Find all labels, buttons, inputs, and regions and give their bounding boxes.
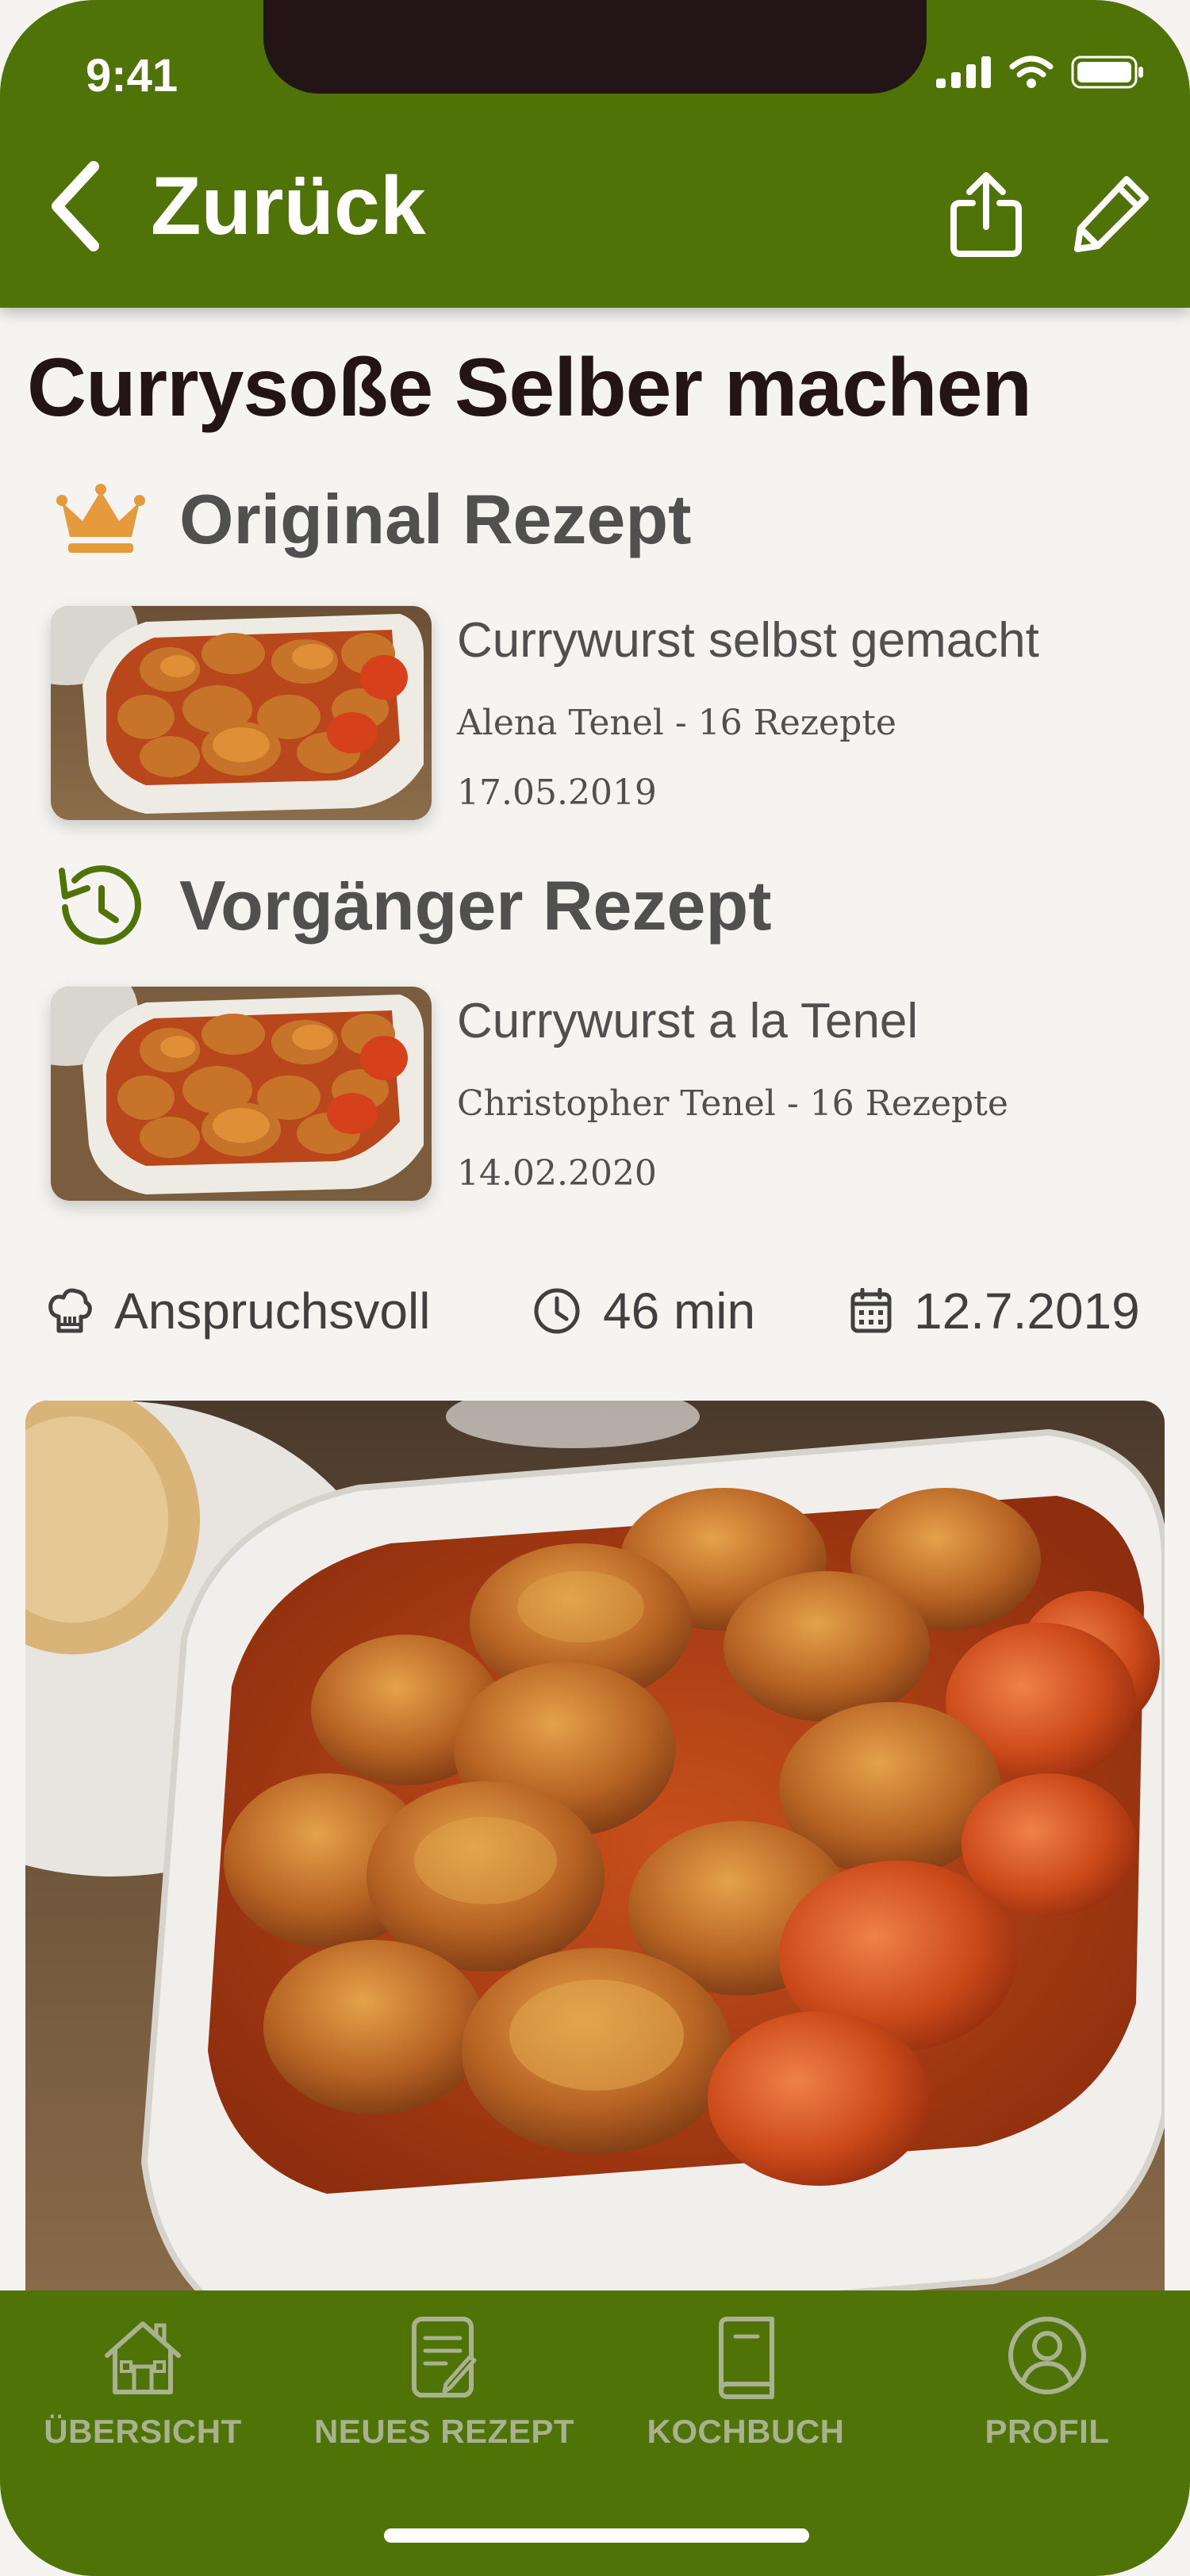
recipe-meta-row: Anspruchsvoll 46 min 12.7.2019 <box>48 1282 1158 1345</box>
recipe-title: Currysoße Selber machen <box>27 342 1032 434</box>
chef-hat-icon <box>48 1288 92 1333</box>
predecessor-recipe-card[interactable]: Currywurst a la Tenel Christopher Tenel … <box>51 987 1161 1201</box>
tab-new-recipe[interactable]: NEUES REZEPT <box>301 2290 587 2497</box>
wifi-icon <box>1009 56 1054 88</box>
predecessor-section-title: Vorgänger Rezept <box>179 866 772 945</box>
original-card-author: Alena Tenel - 16 Rezepte <box>457 703 896 743</box>
cellular-signal-icon <box>936 56 991 88</box>
difficulty-text: Anspruchsvoll <box>114 1282 431 1340</box>
battery-icon <box>1071 56 1143 89</box>
share-button[interactable] <box>949 171 1023 261</box>
crown-icon <box>56 484 145 553</box>
history-icon <box>59 865 141 945</box>
original-recipe-header: Original Rezept <box>56 479 691 560</box>
recipe-hero-image <box>25 1401 1165 2336</box>
original-card-date: 17.05.2019 <box>457 772 657 813</box>
house-icon <box>105 2321 181 2394</box>
tab-new-recipe-label: NEUES REZEPT <box>313 2413 575 2450</box>
home-indicator[interactable] <box>384 2528 809 2543</box>
device-notch <box>263 0 927 94</box>
back-label: Zurück <box>151 160 426 252</box>
profile-icon <box>1008 2317 1086 2394</box>
back-button[interactable]: Zurück <box>48 159 426 254</box>
tab-cookbook[interactable]: KOCHBUCH <box>603 2290 889 2497</box>
date-text: 12.7.2019 <box>914 1282 1140 1340</box>
original-section-title: Original Rezept <box>179 480 692 558</box>
chevron-left-icon <box>52 161 99 251</box>
predecessor-card-author: Christopher Tenel - 16 Rezepte <box>457 1083 1008 1124</box>
currywurst-hero-photo <box>25 1401 1165 2336</box>
status-time: 9:41 <box>86 50 178 102</box>
predecessor-recipe-thumbnail <box>51 987 432 1201</box>
predecessor-card-title: Currywurst a la Tenel <box>457 994 919 1048</box>
duration-meta: 46 min <box>533 1282 755 1340</box>
predecessor-recipe-header: Vorgänger Rezept <box>56 864 772 947</box>
original-recipe-thumbnail <box>51 606 432 820</box>
tab-overview[interactable]: ÜBERSICHT <box>0 2290 286 2497</box>
navigation-header: 9:41 Zurück <box>0 0 1190 308</box>
difficulty-meta: Anspruchsvoll <box>48 1282 430 1340</box>
tab-overview-label: ÜBERSICHT <box>44 2413 242 2450</box>
app-screen: 9:41 Zurück Currysoße Selber machen Orig… <box>0 0 1190 2576</box>
clock-icon <box>534 1288 580 1334</box>
edit-button[interactable] <box>1071 171 1154 258</box>
new-recipe-icon <box>412 2317 477 2398</box>
tab-cookbook-label: KOCHBUCH <box>647 2413 845 2450</box>
predecessor-card-date: 14.02.2020 <box>457 1153 657 1194</box>
date-meta: 12.7.2019 <box>850 1282 1140 1340</box>
status-icons <box>936 56 1144 89</box>
book-icon <box>719 2317 774 2399</box>
calendar-icon <box>850 1288 892 1333</box>
tab-profile-label: PROFIL <box>985 2413 1110 2450</box>
pencil-icon <box>1074 176 1149 252</box>
original-card-title: Currywurst selbst gemacht <box>457 613 1039 668</box>
currywurst-photo <box>51 606 432 820</box>
currywurst-photo <box>51 987 432 1201</box>
tab-profile[interactable]: PROFIL <box>904 2290 1190 2497</box>
duration-text: 46 min <box>603 1282 756 1340</box>
share-icon <box>950 172 1022 257</box>
original-recipe-card[interactable]: Currywurst selbst gemacht Alena Tenel - … <box>51 606 1161 820</box>
